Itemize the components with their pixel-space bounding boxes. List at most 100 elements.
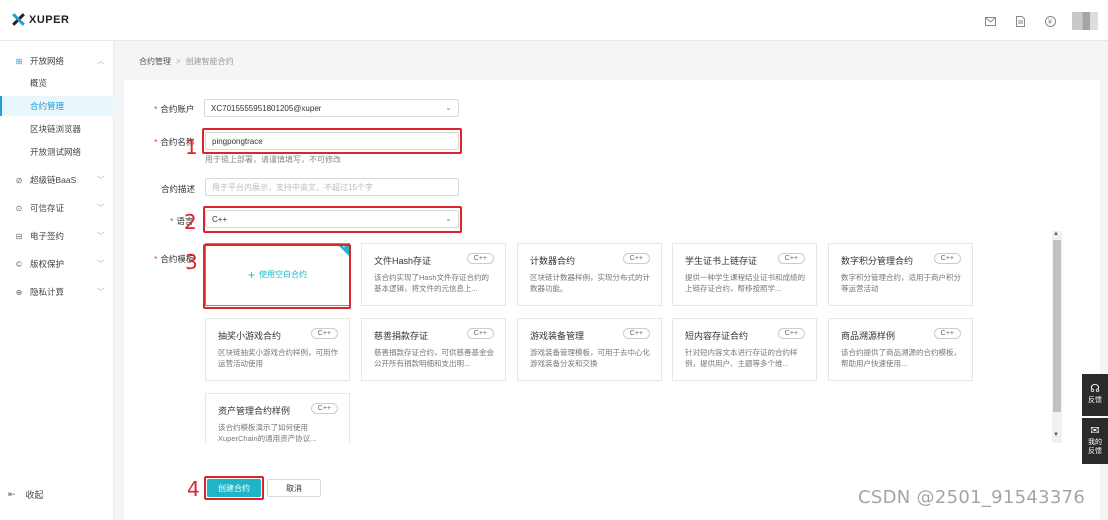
template-card[interactable]: 资产管理合约样例 C++ 该合约模板演示了如何使用XuperChain的通用资产… [205, 393, 350, 443]
template-lang-tag: C++ [466, 328, 494, 339]
annotation-4: 4 [187, 477, 200, 501]
contract-desc-input[interactable]: 用于平台内展示，支持中英文，不超过15个字 [205, 178, 459, 196]
template-desc: 慈善捐款存证合约，可供慈善基金会公开所有捐款明细和支出明... [374, 348, 494, 368]
template-lang-tag: C++ [310, 328, 338, 339]
template-desc: 游戏装备管理模板，可用于去中心化游戏装备分发和交换 [530, 348, 650, 368]
currency-icon[interactable]: ¥ [1042, 13, 1058, 29]
template-title: 慈善捐款存证 [374, 331, 429, 341]
account-select[interactable]: XC7015555951801205@xuper ⌄ [204, 99, 459, 117]
template-title: 文件Hash存证 [374, 256, 432, 266]
breadcrumb-parent-link[interactable]: 合约管理 [139, 57, 171, 66]
template-scrollbar-thumb[interactable] [1053, 240, 1061, 412]
sidebar-group-esign[interactable]: ⊟ 电子签约 ﹀ [0, 226, 114, 246]
logo[interactable]: XUPER [12, 13, 69, 26]
evidence-icon: ⊙ [15, 203, 23, 213]
top-bar: XUPER ¥ [0, 0, 1108, 41]
svg-text:¥: ¥ [1048, 19, 1052, 26]
template-lang-tag: C++ [933, 328, 961, 339]
annotation-box-1 [202, 128, 462, 154]
template-title: 学生证书上链存证 [685, 256, 758, 266]
baas-icon: ⊘ [15, 175, 23, 185]
chevron-up-icon: ︿ [97, 58, 104, 65]
sign-icon: ⊟ [15, 231, 23, 241]
logo-text: XUPER [29, 13, 70, 26]
sidebar-group-open-network[interactable]: ⊞ 开放网络 ︿ [0, 51, 114, 71]
feedback-button[interactable]: ☊ 反馈 [1082, 374, 1108, 416]
template-desc: 针对短内容文本进行存证的合约样例，提供用户、主题等多个维... [685, 348, 798, 368]
desc-label: 合约描述 [161, 184, 196, 194]
sidebar-group-label: 开放网络 [30, 56, 65, 66]
document-icon[interactable] [1012, 13, 1028, 29]
scroll-up-icon[interactable]: ▲ [1053, 231, 1059, 237]
my-feedback-label: 我的反馈 [1088, 438, 1102, 455]
sidebar-item-open-testnet[interactable]: 开放测试网络 [0, 142, 114, 162]
account-label: * 合约账户 [154, 104, 195, 114]
sidebar-group-label: 版权保护 [30, 259, 65, 269]
copyright-icon: © [16, 259, 22, 269]
chevron-down-icon: ﹀ [97, 261, 104, 268]
sidebar-collapse-button[interactable]: ⇤ 收起 [8, 488, 44, 501]
template-card[interactable]: 商品溯源样例 C++ 该合约提供了商品溯源的合约模板，帮助用户快速使用... [828, 318, 973, 381]
template-title: 短内容存证合约 [685, 331, 749, 341]
network-icon: ⊞ [15, 56, 23, 66]
message-icon[interactable] [982, 13, 998, 29]
contract-desc-placeholder: 用于平台内展示，支持中英文，不超过15个字 [212, 182, 373, 192]
sidebar-group-privacy[interactable]: ⊕ 隐私计算 ﹀ [0, 282, 114, 302]
template-card[interactable]: 数字积分管理合约 C++ 数字积分管理合约，适用于商户积分等运营活动 [828, 243, 973, 306]
chevron-down-icon: ﹀ [97, 205, 104, 212]
template-card[interactable]: 抽奖小游戏合约 C++ 区块链抽奖小游戏合约样例，可用作运营活动使用 [205, 318, 350, 381]
breadcrumb-current: 创建智能合约 [185, 57, 234, 66]
watermark: CSDN @2501_91543376 [858, 487, 1086, 508]
xuper-logo-icon [12, 13, 25, 26]
cancel-button[interactable]: 取消 [267, 479, 321, 497]
template-lang-tag: C++ [622, 328, 650, 339]
annotation-3: 3 [185, 250, 198, 274]
template-card[interactable]: 文件Hash存证 C++ 该合约实现了Hash文件存证合约的基本逻辑，将文件的元… [361, 243, 506, 306]
template-desc: 提供一种学生课程结业证书和成绩的上链存证合约，帮移按照学... [685, 273, 805, 293]
sidebar: ⊞ 开放网络 ︿ 概览 合约管理 区块链浏览器 开放测试网络 ⊘ 超级链BaaS… [0, 41, 114, 520]
contract-name-hint: 用于链上部署，请谨慎填写，不可修改 [205, 155, 341, 164]
sidebar-group-evidence[interactable]: ⊙ 可信存证 ﹀ [0, 198, 114, 218]
template-title: 资产管理合约样例 [218, 406, 291, 416]
template-desc: 区块链计数器样例，实现分布式的计数器功能。 [530, 273, 650, 293]
template-lang-tag: C++ [777, 253, 805, 264]
feedback-label: 反馈 [1088, 397, 1102, 404]
sidebar-group-label: 超级链BaaS [30, 175, 77, 185]
sidebar-item-overview[interactable]: 概览 [0, 73, 114, 93]
sidebar-item-label: 区块链浏览器 [30, 124, 82, 134]
annotation-box-4 [204, 476, 264, 500]
chevron-down-icon: ﹀ [97, 233, 104, 240]
template-lang-tag: C++ [777, 328, 805, 339]
headset-icon: ☊ [1090, 383, 1100, 395]
annotation-box-2 [203, 206, 462, 233]
template-card[interactable]: 学生证书上链存证 C++ 提供一种学生课程结业证书和成绩的上链存证合约，帮移按照… [672, 243, 817, 306]
sidebar-group-baas[interactable]: ⊘ 超级链BaaS ﹀ [0, 170, 114, 190]
sidebar-group-label: 隐私计算 [30, 287, 65, 297]
avatar[interactable] [1072, 12, 1098, 30]
template-lang-tag: C++ [933, 253, 961, 264]
mail-icon: ✉ [1090, 424, 1100, 437]
template-card[interactable]: 慈善捐款存证 C++ 慈善捐款存证合约，可供慈善基金会公开所有捐款明细和支出明.… [361, 318, 506, 381]
privacy-icon: ⊕ [15, 287, 23, 297]
sidebar-item-blockchain-explorer[interactable]: 区块链浏览器 [0, 119, 114, 139]
template-lang-tag: C++ [310, 403, 338, 414]
my-feedback-button[interactable]: ✉ 我的反馈 [1082, 418, 1108, 464]
template-title: 数字积分管理合约 [841, 256, 914, 266]
sidebar-item-label: 合约管理 [30, 101, 65, 111]
template-title: 抽奖小游戏合约 [218, 331, 282, 341]
sidebar-item-label: 开放测试网络 [30, 147, 82, 157]
sidebar-item-contract-management[interactable]: 合约管理 [0, 96, 114, 116]
template-card[interactable]: 计数器合约 C++ 区块链计数器样例，实现分布式的计数器功能。 [517, 243, 662, 306]
sidebar-group-copyright[interactable]: © 版权保护 ﹀ [0, 254, 114, 274]
template-card[interactable]: 游戏装备管理 C++ 游戏装备管理模板，可用于去中心化游戏装备分发和交换 [517, 318, 662, 381]
collapse-icon: ⇤ [8, 489, 16, 499]
annotation-2: 2 [184, 210, 197, 234]
sidebar-item-label: 概览 [30, 78, 48, 88]
template-card[interactable]: 短内容存证合约 C++ 针对短内容文本进行存证的合约样例，提供用户、主题等多个维… [672, 318, 817, 381]
scroll-down-icon[interactable]: ▼ [1053, 432, 1059, 438]
template-title: 计数器合约 [530, 256, 576, 266]
annotation-1: 1 [185, 135, 198, 159]
chevron-down-icon: ﹀ [97, 289, 104, 296]
annotation-box-3 [203, 244, 351, 309]
breadcrumb: 合约管理 > 创建智能合约 [139, 56, 234, 67]
